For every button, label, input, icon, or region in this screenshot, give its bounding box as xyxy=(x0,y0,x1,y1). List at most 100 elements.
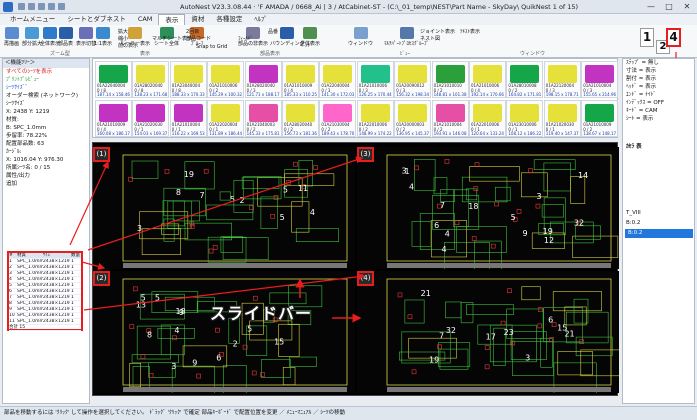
menu-item-2[interactable]: CAM xyxy=(132,14,159,25)
ribbon-small-item-1[interactable]: 縮小 xyxy=(118,35,128,42)
part-thumbnail[interactable]: 01A21010004 0 / 3 155.65 x 214.96 xyxy=(581,61,619,98)
part-thumbnail[interactable]: 01A21040003 0 / 2 145.33 x 175.81 xyxy=(244,100,282,137)
ribbon-button-12[interactable]: ウィンドウ xyxy=(348,27,373,47)
part-thumbnail[interactable]: 01A21010006 0 / 4 192.14 x 170.66 xyxy=(469,61,506,98)
part-size: 141.30 x 172.03 xyxy=(321,92,355,97)
part-thumbnail[interactable]: 01A22040004 0 / 3 141.30 x 172.03 xyxy=(319,61,357,98)
property-row[interactable]: ｷｰﾄﾞ = CAM xyxy=(623,107,694,115)
horizontal-scrollbar[interactable] xyxy=(387,387,611,392)
part-thumbnail[interactable]: 01A28020040 0 / 3 121.71 x 188.17 xyxy=(244,61,282,98)
sheet-number-badge: (1) xyxy=(93,147,110,162)
property-row[interactable]: ｴﾝﾄﾞ = ﾅｲﾄﾞ xyxy=(623,91,694,99)
key-1-button[interactable]: 1 xyxy=(640,28,654,47)
nest-sheet-panel-4[interactable]: (4) 32 19 7 3 6 23 21 21 17 15 xyxy=(357,271,619,393)
part-thumbnail[interactable]: 01A21020030 0 / 1 154.03 x 169.37 xyxy=(132,100,170,137)
ribbon-small-item-12[interactable]: ﾃｷｽﾄ表示 xyxy=(460,28,480,35)
list-item-selected[interactable]: B:0.2 xyxy=(625,229,693,238)
part-thumbnail[interactable]: 01A28010008 0 / 2 164.82 x 171.81 xyxy=(506,61,544,98)
property-row[interactable]: ｽﾃｯﾌﾟ = 無し xyxy=(623,59,694,67)
horizontal-scrollbar[interactable] xyxy=(387,263,611,268)
redo-icon[interactable] xyxy=(38,3,45,10)
part-thumbnail[interactable]: 01A23010006 0 / 1 108.12 x 186.22 xyxy=(506,100,544,137)
part-thumbnail[interactable]: 01A21010004 0 / 2 193.91 x 146.08 xyxy=(431,100,469,137)
table-header-cell: 数量 xyxy=(71,253,80,258)
part-thumbnail[interactable]: 01A20000003 0 / 2 136.95 x 145.37 xyxy=(394,100,432,137)
ribbon-button-1[interactable]: 部分拡大 xyxy=(22,27,42,47)
nested-part-outline xyxy=(295,228,339,243)
ribbon-small-item-9[interactable]: ﾍﾞﾝﾄﾞ xyxy=(300,42,313,49)
ribbon-small-item-8[interactable]: 品番 xyxy=(268,28,278,35)
ribbon-small-item-0[interactable]: 拡大 xyxy=(118,28,128,35)
close-button[interactable]: ✕ xyxy=(680,2,694,12)
nest-sheet-panel-1[interactable]: (1) 5 19 2 8 3 5 4 5 11 7 xyxy=(93,147,355,269)
part-thumbnail[interactable]: 01A22020004 0 / 1 131.89 x 186.44 xyxy=(207,100,245,137)
part-thumbnail[interactable]: 01A21010009 0 / 2 138.67 x 148.17 xyxy=(581,100,619,137)
thumbnail-caption: 01A22040004 0 / 8 187.14 x 158.46 xyxy=(97,83,130,98)
list-item[interactable]: B:0.2 xyxy=(623,219,693,227)
save-icon[interactable] xyxy=(18,3,25,10)
ribbon-button-4[interactable]: 表示切替 xyxy=(76,27,96,47)
minimize-button[interactable]: — xyxy=(644,2,658,12)
part-thumbnail[interactable]: 01A21010009 0 / 4 160.08 x 186.17 xyxy=(95,100,132,137)
property-row[interactable]: 割付 = 表示 xyxy=(623,75,694,83)
undo-icon[interactable] xyxy=(28,3,35,10)
ribbon-button-3[interactable]: 部品表 xyxy=(58,27,73,47)
part-thumbnail[interactable]: 01A21010004 0 / 1 116.22 x 169.53 xyxy=(169,100,207,137)
ribbon-small-item-4[interactable]: 2回目 xyxy=(186,28,199,35)
key-4-button[interactable]: 4 xyxy=(666,28,681,47)
ribbon-button-0[interactable]: 再描画 xyxy=(4,27,19,47)
part-thumbnail[interactable]: 01A21010010 0 / 2 148.81 x 101.38 xyxy=(431,61,469,98)
menu-item-1[interactable]: シートとダブネスト xyxy=(61,14,132,25)
menu-item-3[interactable]: 表示 xyxy=(158,14,186,25)
part-thumbnail[interactable]: 01A22040004 0 / 8 187.14 x 158.46 xyxy=(95,61,132,98)
nest-sheet-panel-3[interactable]: (2) 5 3 13 2 4 9 8 6 5 5 18 9 15 xyxy=(93,271,355,393)
part-thumbnail[interactable]: 01A28020040 0 / 8 138.23 x 171.68 xyxy=(132,61,170,98)
part-thumbnail[interactable]: 01A20090012 0 / 3 156.32 x 198.34 xyxy=(394,61,432,98)
part-shape-icon xyxy=(211,104,241,122)
ribbon-button-5[interactable]: 1:1表示 xyxy=(94,27,112,47)
menu-item-4[interactable]: 資材 xyxy=(185,14,210,25)
menu-item-6[interactable]: ﾍﾙﾌﾟ xyxy=(248,14,273,25)
ribbon-small-item-2[interactable]: 前の表示 xyxy=(118,42,138,49)
property-row[interactable]: ﾍｯﾄﾞ = 表示 xyxy=(623,83,694,91)
left-panel-row: B: SPC_1.0mm xyxy=(6,125,47,131)
ribbon-small-item-5[interactable]: 部品コード xyxy=(186,35,211,42)
property-row[interactable]: ｼｰﾄ = 表示 xyxy=(623,115,694,123)
part-thumbnail[interactable]: 01A21030004 0 / 2 189.43 x 178.70 xyxy=(319,100,357,137)
part-thumbnail[interactable]: 01A28020040 0 / 2 156.73 x 181.36 xyxy=(282,100,319,137)
part-size: 156.32 x 198.34 xyxy=(396,92,430,97)
part-shape-icon xyxy=(473,104,502,122)
part-number-label: 32 xyxy=(574,218,584,227)
menu-item-0[interactable]: ホームメニュー xyxy=(4,14,61,25)
ribbon-small-item-7[interactable]: ﾌｨｰﾙﾄﾞ xyxy=(238,35,253,42)
nest-sheet-panel-2[interactable]: (3) 32 4 19 18 5 4 3 14 3 6 9 7 4 1 12 xyxy=(357,147,619,269)
maximize-button[interactable]: □ xyxy=(662,2,676,12)
part-thumbnail[interactable]: 01A22010006 0 / 2 148.99 x 174.22 xyxy=(356,100,394,137)
menu-bar: ホームメニュー シートとダブネスト CAM 表示 資材 各種設定 ﾍﾙﾌﾟ xyxy=(0,14,697,25)
part-thumbnail[interactable]: 01A21010006 0 / 2 145.29 x 100.32 xyxy=(207,61,245,98)
table-cell: 2438×1219 xyxy=(43,271,70,276)
property-row[interactable]: ｲﾝﾃﾞｯｸｽ = OFF xyxy=(623,99,694,107)
part-thumbnail[interactable]: 01A21020030 0 / 1 119.40 x 147.37 xyxy=(543,100,581,137)
left-panel-row: 所属ｼｰﾂ名: 0 / 15 xyxy=(6,165,51,171)
ribbon-small-item-10[interactable]: ジョイント表示 xyxy=(420,28,455,35)
thumbnail-caption: 01A22040004 0 / 3 141.30 x 172.03 xyxy=(321,83,355,98)
part-thumbnail[interactable]: 01A21010009 0 / 4 185.33 x 110.25 xyxy=(282,61,319,98)
nest-canvas[interactable]: (1) 5 19 2 8 3 5 4 5 11 7 (3) 32 4 19 18 5 4 3 14 3 6 9 7 4 1 12 (2… xyxy=(92,142,619,396)
settings-icon[interactable] xyxy=(58,3,65,10)
part-size: 198.15 x 178.71 xyxy=(545,92,579,97)
ribbon-button-2[interactable]: 全体表示 xyxy=(40,27,60,47)
part-thumbnail[interactable]: 01A22010006 0 / 1 120.64 x 133.24 xyxy=(469,100,506,137)
list-item[interactable]: T_VIII xyxy=(623,209,693,217)
ribbon-small-item-6[interactable]: Snap to Grid xyxy=(196,44,227,50)
part-thumbnail[interactable]: 01A21010006 0 / 3 126.25 x 170.44 xyxy=(356,61,394,98)
property-row[interactable]: 寸法 = 表示 xyxy=(623,67,694,75)
horizontal-scrollbar[interactable] xyxy=(123,387,347,392)
ribbon-small-item-11[interactable]: ネスト図 xyxy=(420,35,440,42)
print-icon[interactable] xyxy=(48,3,55,10)
part-thumbnail[interactable]: 01A23040004 0 / 8 188.33 x 170.33 xyxy=(169,61,207,98)
horizontal-scrollbar[interactable] xyxy=(123,263,347,268)
part-thumbnail[interactable]: 01A22120004 0 / 3 198.15 x 178.71 xyxy=(543,61,581,98)
sheet-list-table[interactable]: # 材質 ｻｲｽﾞ 数量 1 SPC_1.0mm 2438×1219 1 2 SPC_1.0mm 2… xyxy=(7,251,83,331)
menu-item-5[interactable]: 各種設定 xyxy=(210,14,248,25)
